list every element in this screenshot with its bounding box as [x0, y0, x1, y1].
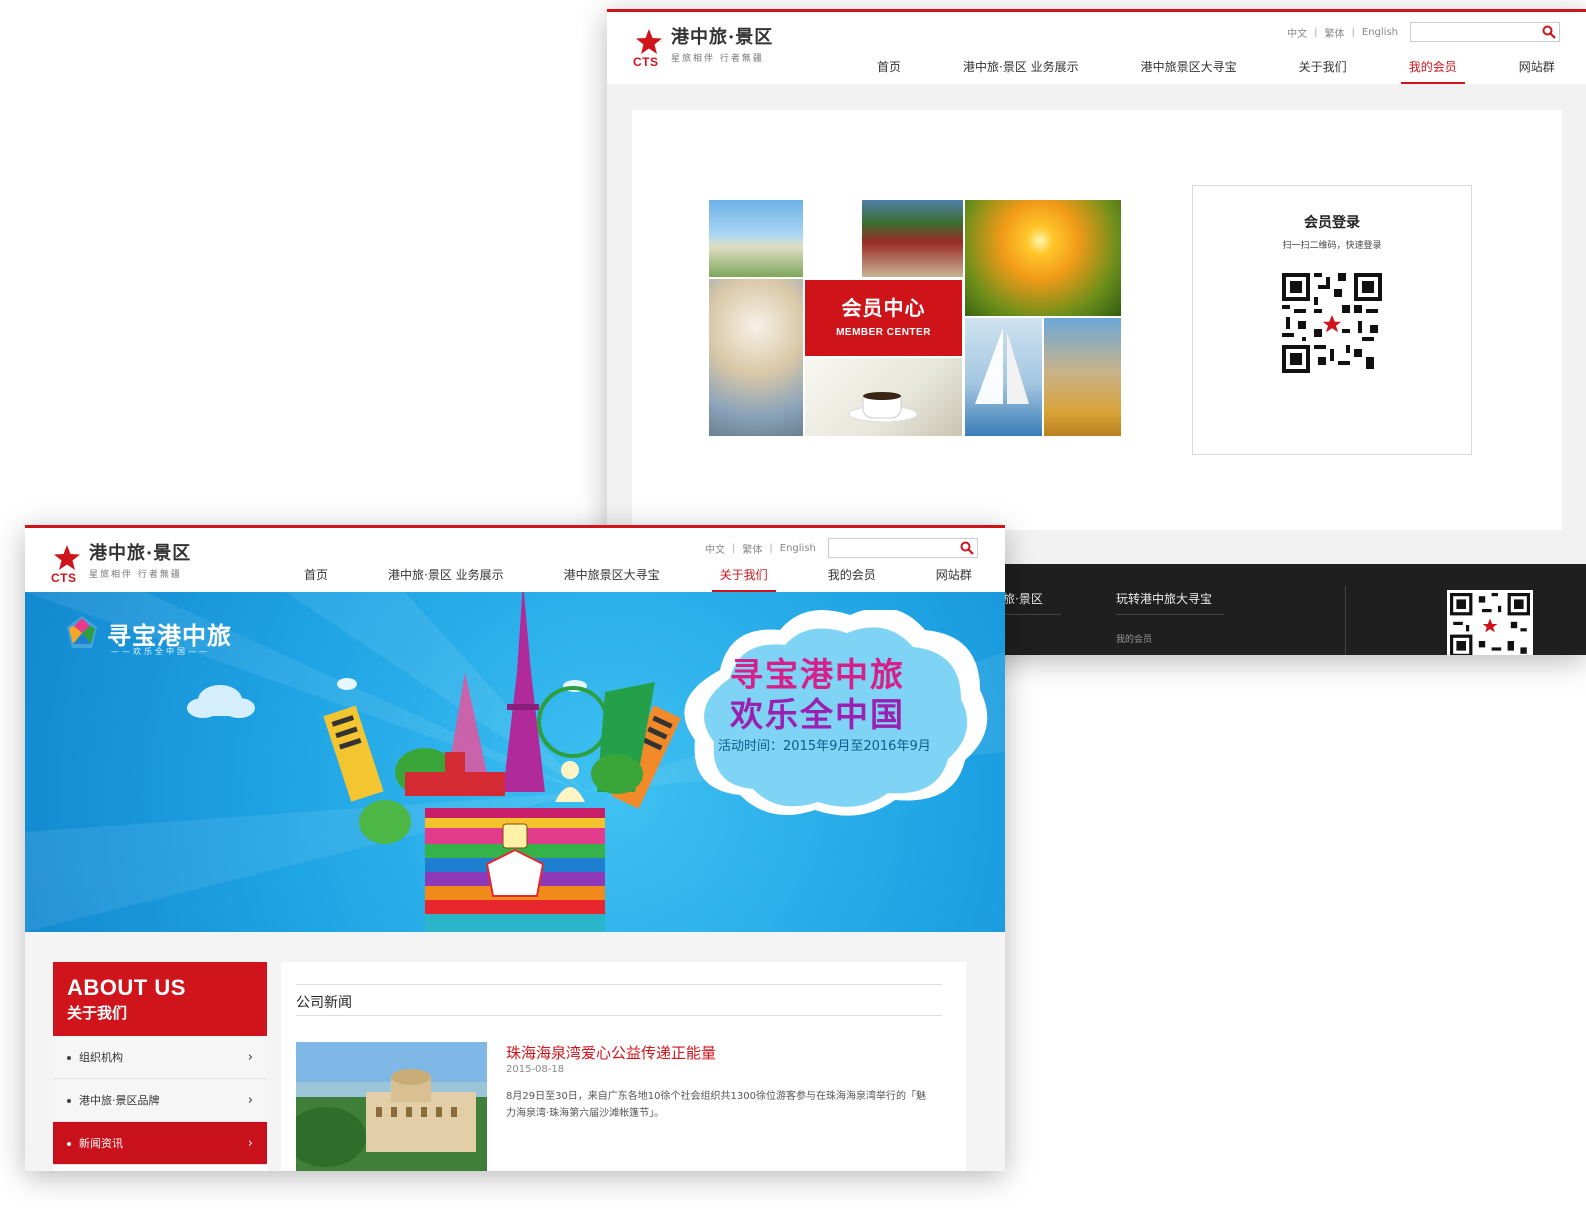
chevron-right-icon: › [247, 1135, 253, 1151]
nav-home[interactable]: 首页 [877, 58, 901, 84]
banner-logo-sub: ——欢乐全中国—— [111, 647, 210, 656]
news-summary: 8月29日至30日，来自广东各地10徐个社会组织共1300徐位游客参与在珠海海泉… [506, 1091, 926, 1119]
search-box [827, 538, 978, 558]
site-logo[interactable]: CTS 港中旅·景区 星旅相伴 行者無疆 [633, 27, 774, 70]
banner-headline-2: 欢乐全中国 [730, 695, 905, 734]
about-sidebar: ABOUT US 关于我们 组织机构 › 港中旅·景区品牌 › 新闻资讯 › [53, 962, 267, 1171]
footer-col2-title[interactable]: 玩转港中旅大寻宝 [1116, 590, 1212, 607]
brand-slogan: 星旅相伴 行者無疆 [671, 54, 764, 64]
sidebar-item-label: 港中旅·景区品牌 [79, 1094, 160, 1107]
lang-zh-link[interactable]: 中文 [1287, 25, 1307, 40]
news-thumbnail[interactable] [296, 1042, 487, 1171]
lang-tw-link[interactable]: 繁体 [1325, 25, 1345, 40]
sunset-forest-photo [965, 200, 1121, 316]
brand-name: 港中旅·景区 [89, 543, 192, 564]
section-divider [296, 984, 942, 985]
nav-member[interactable]: 我的会员 [828, 566, 876, 592]
main-nav: 首页 港中旅·景区 业务展示 港中旅景区大寻宝 关于我们 我的会员 网站群 [877, 58, 1586, 84]
brand-name: 港中旅·景区 [671, 27, 774, 48]
sidebar-item-label: 组织机构 [79, 1051, 123, 1064]
sidebar-item-news[interactable]: 新闻资讯 › [53, 1122, 267, 1165]
member-center-label: 会员中心 MEMBER CENTER [805, 280, 962, 356]
news-date: 2015-08-18 [506, 1064, 565, 1075]
sidebar-item-organization[interactable]: 组织机构 › [53, 1036, 267, 1079]
search-icon[interactable] [1542, 25, 1556, 42]
dome-hall-photo [709, 279, 803, 436]
footer-qr-code [1447, 590, 1533, 655]
cts-star-icon: CTS [633, 28, 665, 69]
cts-text: CTS [633, 55, 659, 69]
lang-en-link[interactable]: English [780, 543, 816, 554]
member-login-box: 会员登录 扫一扫二维码，快速登录 [1192, 185, 1472, 455]
language-switcher: 中文 | 繁体 | English [705, 538, 978, 558]
login-hint: 扫一扫二维码，快速登录 [1282, 241, 1382, 251]
news-main: 公司新闻 珠海海泉湾爱心公益传递正能量 2015-08-18 8月29日至30日… [281, 962, 966, 1171]
member-collage: 会员中心 MEMBER CENTER [709, 200, 1121, 436]
member-body: 会员中心 MEMBER CENTER 会员登录 扫一扫二维码，快速登录 [607, 84, 1586, 564]
site-logo[interactable]: CTS 港中旅·景区 星旅相伴 行者無疆 [51, 543, 192, 586]
bullet-icon [67, 1142, 71, 1146]
brand-slogan: 星旅相伴 行者無疆 [89, 570, 182, 580]
resort-photo [709, 200, 803, 277]
search-box [1410, 22, 1560, 42]
treasure-hunt-banner[interactable]: 寻宝港中旅 ——欢乐全中国—— 寻宝港中旅 欢乐全中国 活动时间：2015年9月… [25, 592, 1005, 932]
nav-business[interactable]: 港中旅·景区 业务展示 [388, 566, 504, 592]
login-qr-code[interactable] [1282, 273, 1382, 373]
login-title: 会员登录 [1304, 215, 1360, 231]
section-divider [296, 1015, 942, 1016]
cts-star-icon: CTS [51, 544, 83, 585]
lang-zh-link[interactable]: 中文 [705, 541, 725, 556]
site-header: CTS 港中旅·景区 星旅相伴 行者無疆 中文 | 繁体 | English 首… [607, 12, 1586, 84]
restaurant-photo [862, 200, 963, 277]
footer-member-link[interactable]: 我的会员 [1116, 632, 1152, 645]
language-switcher: 中文 | 繁体 | English [1287, 22, 1560, 42]
chess-photo [1044, 318, 1121, 436]
sailboat-photo [965, 318, 1042, 436]
sidebar-item-brand[interactable]: 港中旅·景区品牌 › [53, 1079, 267, 1122]
nav-member[interactable]: 我的会员 [1400, 58, 1465, 84]
footer-vertical-divider [1345, 586, 1346, 655]
search-input[interactable] [1411, 23, 1536, 41]
about-content: ABOUT US 关于我们 组织机构 › 港中旅·景区品牌 › 新闻资讯 › 公… [25, 932, 1005, 1171]
footer-divider [1116, 614, 1224, 615]
nav-about[interactable]: 关于我们 [711, 566, 776, 592]
section-title: 公司新闻 [296, 995, 352, 1011]
lang-separator: | [732, 542, 736, 554]
sidebar-item-label: 新闻资讯 [79, 1137, 123, 1150]
lang-separator: | [769, 542, 773, 554]
nav-sites[interactable]: 网站群 [1519, 58, 1555, 84]
gem-icon [67, 616, 97, 648]
lang-en-link[interactable]: English [1362, 27, 1398, 38]
cts-text: CTS [51, 571, 77, 585]
search-icon[interactable] [960, 541, 974, 558]
main-nav: 首页 港中旅·景区 业务展示 港中旅景区大寻宝 关于我们 我的会员 网站群 [304, 566, 972, 592]
member-panel: 会员中心 MEMBER CENTER 会员登录 扫一扫二维码，快速登录 [632, 110, 1562, 530]
news-title-link[interactable]: 珠海海泉湾爱心公益传递正能量 [506, 1042, 716, 1063]
treasure-hunt-logo: 寻宝港中旅 ——欢乐全中国—— [63, 614, 232, 656]
about-page-window: CTS 港中旅·景区 星旅相伴 行者無疆 中文 | 繁体 | English 首… [25, 525, 1005, 1171]
nav-business[interactable]: 港中旅·景区 业务展示 [963, 58, 1079, 84]
nav-treasure-hunt[interactable]: 港中旅景区大寻宝 [1141, 58, 1237, 84]
bullet-icon [67, 1056, 71, 1060]
member-center-title: 会员中心 [841, 296, 926, 320]
site-header: CTS 港中旅·景区 星旅相伴 行者無疆 中文 | 繁体 | English 首… [25, 528, 1005, 592]
member-center-subtitle: MEMBER CENTER [836, 327, 931, 338]
nav-about[interactable]: 关于我们 [1299, 58, 1347, 84]
lang-tw-link[interactable]: 繁体 [742, 541, 762, 556]
bullet-icon [67, 1099, 71, 1103]
lang-separator: | [1351, 26, 1355, 38]
nav-sites[interactable]: 网站群 [936, 566, 972, 592]
chevron-right-icon: › [247, 1049, 253, 1065]
coffee-cup-photo [805, 358, 962, 436]
sidebar-header: ABOUT US 关于我们 [53, 962, 267, 1036]
nav-home[interactable]: 首页 [304, 566, 328, 592]
sidebar-title-zh: 关于我们 [67, 1004, 128, 1022]
nav-treasure-hunt[interactable]: 港中旅景区大寻宝 [564, 566, 660, 592]
chevron-right-icon: › [247, 1092, 253, 1108]
search-input[interactable] [828, 539, 954, 557]
lang-separator: | [1314, 26, 1318, 38]
banner-period: 活动时间：2015年9月至2016年9月 [718, 739, 931, 754]
sidebar-title-en: ABOUT US [67, 975, 186, 1000]
